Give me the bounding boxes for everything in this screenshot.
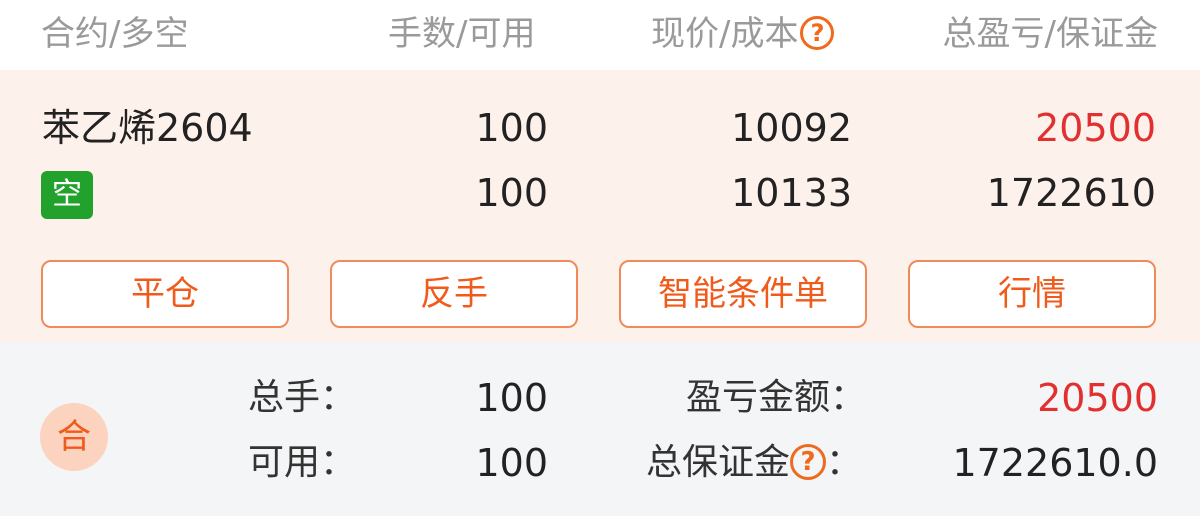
close-position-button[interactable]: 平仓 [41,260,289,328]
help-icon[interactable]: ? [800,16,835,50]
total-pnl: 20500 [1035,106,1156,150]
summary-available: 100 [475,441,548,485]
header-pnl-margin: 总盈亏/保证金 [942,14,1158,54]
summary-total-margin: 1722610.0 [952,441,1159,485]
position-available: 100 [475,171,548,215]
current-price: 10092 [731,106,852,150]
total-lots-label: 总手： [248,377,357,418]
short-direction-badge: 空 [41,171,93,219]
total-margin-colon: ： [826,442,863,483]
header-price-cost-label: 现价/成本 [651,14,799,54]
cost-price: 10133 [731,171,852,215]
pnl-amount-label: 盈亏金额： [686,377,867,418]
positions-summary: 合 总手： 100 可用： 100 盈亏金额： 20500 总保证金?： 172… [0,342,1200,516]
reverse-position-button[interactable]: 反手 [330,260,578,328]
position-row[interactable]: 苯乙烯2604 空 100 100 10092 10133 20500 1722… [0,70,1200,342]
total-margin-text: 总保证金 [646,442,791,483]
header-contract-direction: 合约/多空 [41,14,189,54]
smart-order-button[interactable]: 智能条件单 [619,260,867,328]
summary-total-lots: 100 [475,376,548,420]
help-icon[interactable]: ? [790,444,827,480]
summary-pnl: 20500 [1037,376,1158,420]
contract-name: 苯乙烯2604 [42,106,253,150]
summary-badge: 合 [40,403,108,471]
available-label: 可用： [248,442,357,483]
header-price-cost: 现价/成本? [651,12,835,56]
market-quote-button[interactable]: 行情 [908,260,1156,328]
header-lots-available: 手数/可用 [388,14,536,54]
positions-table-header: 合约/多空 手数/可用 现价/成本? 总盈亏/保证金 [0,0,1200,70]
total-margin-label: 总保证金?： [646,441,862,485]
position-margin: 1722610 [986,171,1156,215]
position-lots: 100 [475,106,548,150]
